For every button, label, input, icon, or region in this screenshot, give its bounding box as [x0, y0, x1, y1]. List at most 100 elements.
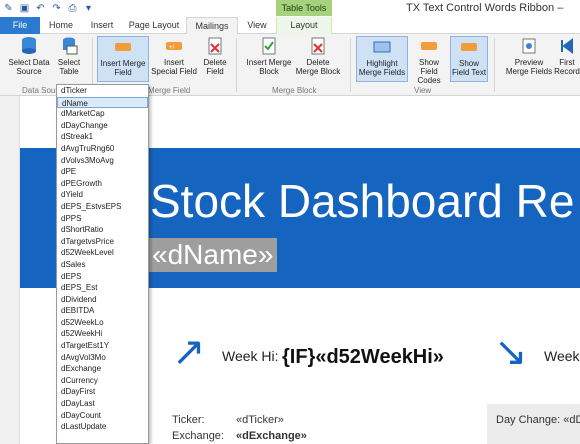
delete-field-label: Delete Field — [203, 58, 227, 76]
week-hi-label: Week Hi: — [222, 348, 279, 364]
dropdown-item[interactable]: d52WeekHi — [57, 328, 148, 340]
merge-field-dexchange[interactable]: «dExchange» — [236, 430, 307, 442]
field-codes-icon — [421, 42, 437, 50]
dropdown-item[interactable]: dEPS_Est — [57, 282, 148, 294]
delete-merge-block-button[interactable]: Delete Merge Block — [294, 36, 342, 82]
dropdown-item[interactable]: dEPS — [57, 271, 148, 283]
delete-field-button[interactable]: Delete Field — [199, 36, 231, 82]
dropdown-item[interactable]: dAvgVol3Mo — [57, 352, 148, 364]
group-label-view: View — [414, 86, 432, 95]
database-icon — [22, 37, 36, 54]
customize-icon[interactable]: ▾ — [82, 2, 95, 15]
document-title: Stock Dashboard Re — [150, 175, 575, 227]
separator — [350, 38, 351, 92]
show-field-text-button[interactable]: Show Field Text — [450, 36, 488, 82]
vertical-ruler — [0, 96, 20, 444]
dropdown-item[interactable]: dTargetEst1Y — [57, 340, 148, 352]
merge-field-dname[interactable]: «dName» — [148, 238, 278, 272]
special-field-icon: +/ — [166, 42, 182, 51]
app-icon[interactable]: ✎ — [2, 2, 15, 15]
undo-icon[interactable]: ↶ — [34, 2, 47, 15]
dropdown-item[interactable]: d52WeekLo — [57, 317, 148, 329]
group-label-merge-block: Merge Block — [272, 86, 317, 95]
dropdown-item[interactable]: dDayCount — [57, 410, 148, 422]
dropdown-item[interactable]: dName — [57, 96, 148, 109]
merge-field-icon — [115, 43, 131, 51]
print-icon[interactable]: ⎙ — [66, 2, 79, 15]
tab-home[interactable]: Home — [40, 17, 82, 34]
dropdown-item[interactable]: dPEGrowth — [57, 178, 148, 190]
dropdown-item[interactable]: dAvgTruRng60 — [57, 143, 148, 155]
dropdown-item[interactable]: dShortRatio — [57, 224, 148, 236]
separator — [494, 38, 495, 92]
tab-file[interactable]: File — [0, 17, 40, 34]
quick-access-toolbar: ✎ ▣ ↶ ↷ ⎙ ▾ — [2, 2, 95, 15]
field-text-icon — [461, 43, 477, 51]
dropdown-item[interactable]: dDividend — [57, 294, 148, 306]
insert-merge-field-label: Insert Merge Field — [100, 59, 146, 77]
select-data-source-button[interactable]: Select Data Source — [4, 36, 54, 82]
redo-icon[interactable]: ↷ — [50, 2, 63, 15]
merge-field-dropdown[interactable]: dTicker dName dMarketCap dDayChange dStreak1… — [56, 84, 149, 444]
show-field-codes-label: Show Field Codes — [417, 58, 441, 85]
dropdown-item[interactable]: dEBITDA — [57, 305, 148, 317]
select-table-button[interactable]: Select Table — [54, 36, 84, 82]
dropdown-item[interactable]: dDayLast — [57, 398, 148, 410]
dropdown-item[interactable]: d52WeekLevel — [57, 247, 148, 259]
merge-field-dticker[interactable]: «dTicker» — [236, 414, 284, 426]
insert-merge-block-button[interactable]: Insert Merge Block — [244, 36, 294, 82]
select-table-label: Select Table — [57, 58, 81, 76]
preview-merge-fields-label: Preview Merge Fields — [505, 58, 553, 76]
dropdown-item[interactable]: dDayFirst — [57, 386, 148, 398]
dropdown-item[interactable]: dEPS_EstvsEPS — [57, 201, 148, 213]
dropdown-item[interactable]: dYield — [57, 189, 148, 201]
exchange-label: Exchange: — [172, 430, 224, 442]
select-data-source-label: Select Data Source — [8, 58, 50, 76]
show-field-codes-button[interactable]: Show Field Codes — [410, 36, 448, 85]
separator — [236, 38, 237, 92]
show-field-text-label: Show Field Text — [451, 59, 487, 77]
day-change-label: Day Change: «dDa — [496, 414, 580, 426]
dropdown-item[interactable]: dVolvs3MoAvg — [57, 155, 148, 167]
save-icon[interactable]: ▣ — [18, 2, 31, 15]
tab-page-layout[interactable]: Page Layout — [122, 17, 186, 34]
tab-insert[interactable]: Insert — [82, 17, 122, 34]
preview-merge-fields-button[interactable]: Preview Merge Fields — [504, 36, 554, 82]
window-title: TX Text Control Words Ribbon – — [406, 2, 564, 14]
merge-block-icon — [262, 37, 276, 55]
table-tools-contextual-tab: Table Tools — [276, 0, 332, 16]
insert-special-field-label: Insert Special Field — [151, 58, 197, 76]
tab-view[interactable]: View — [238, 17, 276, 34]
highlight-fields-icon — [373, 41, 391, 53]
dropdown-item[interactable]: dMarketCap — [57, 108, 148, 120]
dropdown-item[interactable]: dStreak1 — [57, 131, 148, 143]
dropdown-item[interactable]: dCurrency — [57, 375, 148, 387]
dropdown-item[interactable]: dPPS — [57, 213, 148, 225]
ribbon-tabs: File Home Insert Page Layout Mailings Vi… — [0, 17, 580, 34]
merge-field-d52weekhi[interactable]: {IF}«d52WeekHi» — [282, 346, 444, 369]
highlight-merge-fields-button[interactable]: Highlight Merge Fields — [356, 36, 408, 82]
dropdown-item[interactable]: dTargetvsPrice — [57, 236, 148, 248]
tab-layout[interactable]: Layout — [276, 17, 332, 34]
up-right-arrow-icon: ↗ — [172, 330, 206, 374]
delete-merge-block-label: Delete Merge Block — [295, 58, 341, 76]
title-bar: ✎ ▣ ↶ ↷ ⎙ ▾ Table Tools TX Text Control … — [0, 0, 580, 18]
down-right-arrow-icon: ↘ — [494, 330, 528, 374]
first-record-label: First Record — [554, 58, 580, 76]
dropdown-item[interactable]: dTicker — [57, 85, 148, 97]
dropdown-item[interactable]: dPE — [57, 166, 148, 178]
dropdown-item[interactable]: dSales — [57, 259, 148, 271]
dropdown-item[interactable]: dExchange — [57, 363, 148, 375]
first-record-button[interactable]: First Record — [554, 36, 580, 82]
tab-mailings[interactable]: Mailings — [186, 17, 238, 34]
insert-special-field-button[interactable]: +/ Insert Special Field — [150, 36, 198, 82]
insert-merge-block-label: Insert Merge Block — [246, 58, 292, 76]
ticker-label: Ticker: — [172, 414, 205, 426]
dropdown-item[interactable]: dDayChange — [57, 120, 148, 132]
preview-icon — [522, 38, 536, 54]
dropdown-item[interactable]: dLastUpdate — [57, 421, 148, 433]
svg-text:+/: +/ — [169, 45, 175, 51]
group-label-merge-field: Merge Field — [148, 86, 191, 95]
first-record-icon — [561, 38, 573, 54]
insert-merge-field-button[interactable]: Insert Merge Field — [97, 36, 149, 82]
